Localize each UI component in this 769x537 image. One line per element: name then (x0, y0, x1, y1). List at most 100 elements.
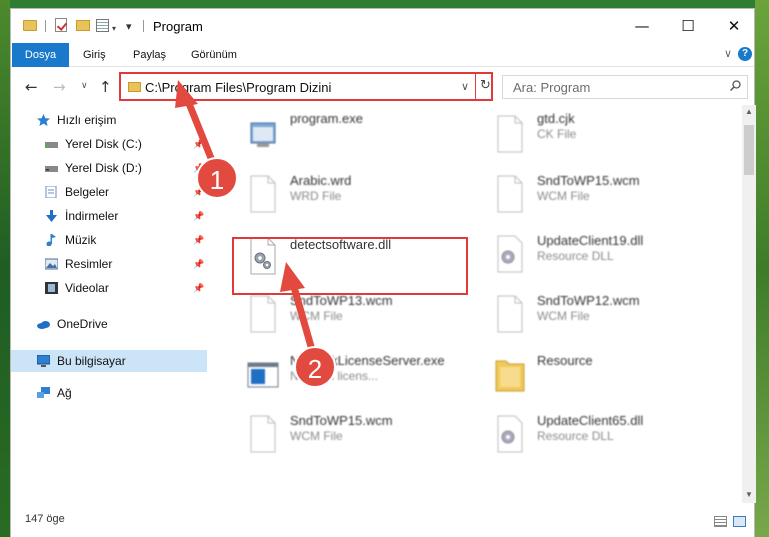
maximize-button[interactable]: ☐ (665, 9, 711, 43)
file-name: SndToWP12.wcm (537, 293, 640, 308)
scroll-thumb[interactable] (744, 125, 754, 175)
sidebar-item-label: Yerel Disk (C:) (65, 137, 142, 151)
new-folder-icon[interactable] (76, 20, 90, 31)
file-item[interactable]: program.exe (217, 105, 452, 157)
properties-icon[interactable] (96, 19, 109, 32)
file-item[interactable]: SndToWP15.wcm WCM File (464, 165, 699, 217)
exe-icon (250, 122, 276, 147)
help-icon[interactable]: ? (738, 47, 752, 61)
address-path[interactable]: C:\Program Files\Program Dizini (145, 80, 331, 95)
sidebar-item-videos[interactable]: Videolar 📌 (11, 277, 207, 299)
file-name: SndToWP13.wcm (290, 293, 393, 308)
app-window-icon (247, 362, 279, 388)
file-name: Arabic.wrd (290, 173, 352, 188)
qat-dropdown-icon[interactable]: ▾ (112, 24, 116, 33)
item-count: 147 öge (25, 513, 65, 525)
tab-view[interactable]: Görünüm (187, 43, 241, 67)
file-name: Resource (537, 353, 593, 368)
customize-toolbar-icon[interactable]: ▾ (126, 20, 132, 33)
properties-check-icon[interactable] (55, 18, 67, 32)
sidebar-item-music[interactable]: Müzik 📌 (11, 229, 207, 251)
file-name: SndToWP15.wcm (290, 413, 393, 428)
pictures-icon (45, 258, 58, 270)
forward-arrow-icon[interactable]: → (53, 78, 66, 96)
pin-icon[interactable]: 📌 (193, 277, 204, 299)
documents-icon (45, 186, 57, 198)
search-icon (730, 80, 741, 91)
file-type: WCM File (537, 189, 590, 203)
close-button[interactable]: ✕ (711, 9, 757, 43)
tab-file[interactable]: Dosya (12, 43, 69, 67)
desktop-background-left (0, 0, 10, 537)
star-icon (37, 114, 50, 126)
search-placeholder: Ara: Program (513, 80, 591, 95)
sidebar-item-downloads[interactable]: İndirmeler 📌 (11, 205, 207, 227)
vertical-scrollbar[interactable]: ▲ ▼ (742, 105, 756, 503)
pin-icon[interactable]: 📌 (193, 205, 204, 227)
file-type: WCM File (537, 309, 590, 323)
file-item[interactable]: SndToWP15.wcm WCM File (217, 405, 452, 457)
video-icon (45, 282, 58, 294)
file-item[interactable]: gtd.cjk CK File (464, 105, 699, 157)
download-icon (46, 210, 57, 222)
file-item[interactable]: Resource (464, 345, 699, 397)
ribbon: Dosya Giriş Paylaş Görünüm ∨ ? (11, 43, 754, 67)
blank-file-icon (250, 295, 276, 333)
sidebar-item-network[interactable]: Ağ (11, 382, 207, 404)
cloud-icon (37, 321, 50, 329)
sidebar-item-label: Yerel Disk (D:) (65, 161, 142, 175)
file-name: SndToWP15.wcm (537, 173, 640, 188)
sidebar-item-label: Videolar (65, 281, 109, 295)
file-item[interactable]: UpdateClient19.dll Resource DLL (464, 225, 699, 277)
pin-icon[interactable]: 📌 (193, 253, 204, 275)
sidebar-item-disk-c[interactable]: Yerel Disk (C:) 📌 (11, 133, 207, 155)
pin-icon[interactable]: 📌 (193, 229, 204, 251)
step-badge-1: 1 (196, 157, 238, 199)
folder-icon (23, 20, 37, 31)
recent-locations-chevron-icon[interactable]: ∨ (81, 80, 88, 91)
tab-share[interactable]: Paylaş (129, 43, 170, 67)
sidebar-item-quick-access[interactable]: Hızlı erişim (11, 109, 207, 131)
file-type: WRD File (290, 189, 342, 203)
sidebar-item-documents[interactable]: Belgeler 📌 (11, 181, 207, 203)
details-view-icon[interactable] (714, 516, 727, 527)
expand-ribbon-chevron-icon[interactable]: ∨ (724, 47, 732, 60)
scroll-down-icon[interactable]: ▼ (745, 490, 753, 499)
address-history-chevron-icon[interactable]: ∨ (461, 80, 469, 93)
file-name: UpdateClient65.dll (537, 413, 644, 428)
address-row: ← → ∨ ↑ C:\Program Files\Program Dizini … (11, 67, 754, 105)
title-bar: ▾ ▾ Program — ☐ ✕ (11, 9, 754, 43)
sidebar-item-label: Müzik (65, 233, 97, 247)
large-icons-view-icon[interactable] (733, 516, 746, 527)
sidebar-item-disk-d[interactable]: Yerel Disk (D:) 📌 (11, 157, 207, 179)
computer-icon (37, 355, 50, 367)
sidebar-item-pictures[interactable]: Resimler 📌 (11, 253, 207, 275)
tab-home[interactable]: Giriş (79, 43, 110, 67)
sidebar-item-label: İndirmeler (65, 209, 119, 223)
sidebar-item-label: Bu bilgisayar (57, 354, 126, 368)
sidebar-item-this-pc[interactable]: Bu bilgisayar (11, 350, 207, 372)
toolbar-separator (45, 20, 46, 32)
back-arrow-icon[interactable]: ← (25, 78, 38, 96)
sidebar-item-label: OneDrive (57, 317, 108, 331)
minimize-button[interactable]: — (619, 9, 665, 43)
pin-icon[interactable]: 📌 (193, 133, 204, 155)
folder-icon (495, 360, 525, 392)
file-item[interactable]: UpdateClient65.dll Resource DLL (464, 405, 699, 457)
search-input[interactable]: Ara: Program (502, 75, 748, 99)
file-type: Resource DLL (537, 429, 614, 443)
refresh-icon[interactable]: ↻ (480, 78, 491, 93)
file-item[interactable]: SndToWP12.wcm WCM File (464, 285, 699, 337)
dll-gear-icon (497, 415, 523, 453)
drive-icon (45, 142, 58, 148)
up-arrow-icon[interactable]: ↑ (99, 78, 112, 96)
address-divider (475, 74, 476, 99)
address-bar[interactable]: C:\Program Files\Program Dizini ∨ ↻ (119, 72, 493, 101)
blank-file-icon (497, 175, 523, 213)
file-item[interactable]: Arabic.wrd WRD File (217, 165, 452, 217)
scroll-up-icon[interactable]: ▲ (745, 107, 753, 116)
sidebar-item-onedrive[interactable]: OneDrive (11, 313, 207, 335)
sidebar-item-label: Resimler (65, 257, 113, 271)
status-bar: 147 öge (11, 503, 754, 537)
sidebar-item-label: Hızlı erişim (57, 113, 117, 127)
